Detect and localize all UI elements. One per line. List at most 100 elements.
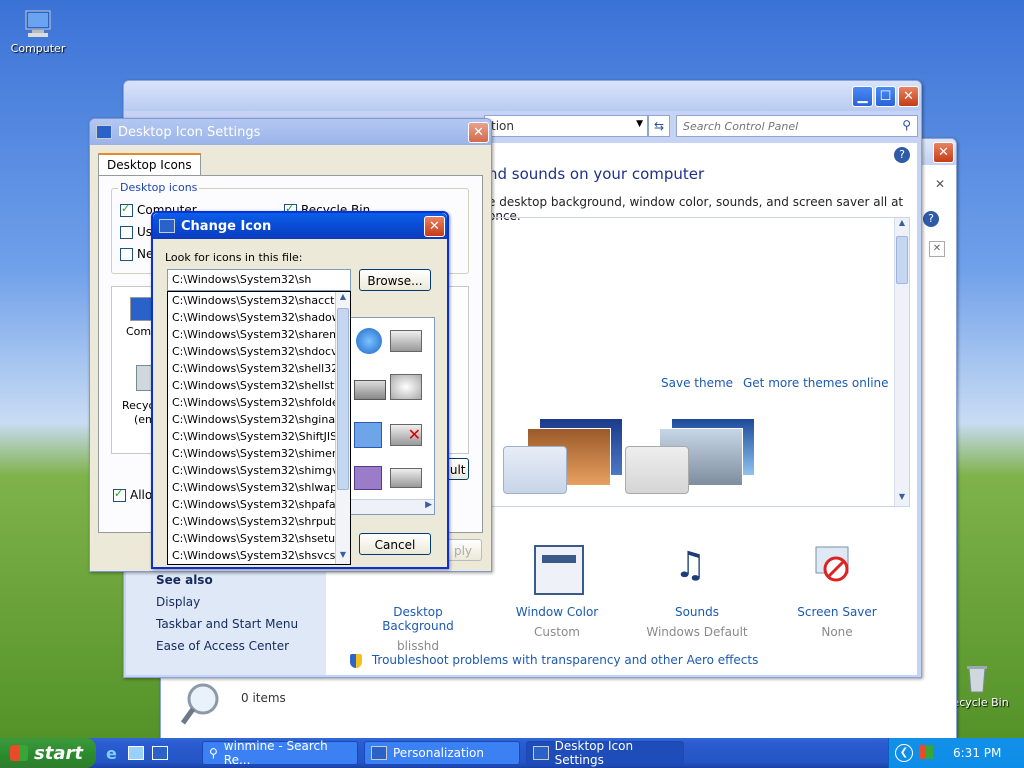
file-list-item[interactable]: C:\Windows\System32\shadow.exe [168,309,350,326]
save-theme-link[interactable]: Save theme [661,376,733,390]
back-window-help-icon[interactable]: ? [923,211,939,227]
theme-thumb-1[interactable] [503,414,623,494]
troubleshoot-link[interactable]: Troubleshoot problems with transparency … [372,653,759,667]
start-button[interactable]: start [0,738,96,768]
network-checkbox[interactable]: Ne [120,247,153,261]
users-check-icon[interactable] [120,226,133,239]
window-color-item[interactable]: Window Color Custom [502,605,612,639]
file-list-item[interactable]: C:\Windows\System32\shell32.dll [168,360,350,377]
maximize-button[interactable]: ☐ [875,85,896,107]
theme-thumb-2[interactable] [625,414,755,494]
drive-icon-2[interactable] [390,468,422,488]
tray-flag-icon[interactable] [919,745,933,759]
desktop-background-link[interactable]: Desktop Background [358,605,478,633]
personalization-close-button[interactable]: ✕ [898,85,919,107]
list-scroll-up-icon[interactable]: ▲ [336,292,350,306]
search-icon[interactable]: ⚲ [902,118,911,132]
look-for-label: Look for icons in this file: [165,251,303,264]
apply-button[interactable]: ply [444,539,482,561]
sounds-item[interactable]: Sounds Windows Default [642,605,752,639]
recycle-bin-icon [961,662,993,694]
file-list-item[interactable]: C:\Windows\System32\shgina.dll [168,411,350,428]
minimize-button[interactable]: ▁ [852,85,873,107]
icon-grid[interactable]: ✕ ▶ [349,317,435,515]
scroll-down-icon[interactable]: ▼ [895,492,909,506]
file-list-item[interactable]: C:\Windows\System32\shrpubw.exe [168,513,350,530]
more-themes-link[interactable]: Get more themes online [743,376,889,390]
chevron-down-icon[interactable]: ▼ [636,119,643,129]
allow-check-icon[interactable] [113,487,126,502]
list-scroll-down-icon[interactable]: ▼ [336,550,350,564]
ie-icon[interactable]: e [106,744,117,763]
window-color-link[interactable]: Window Color [502,605,612,619]
computer-check-icon[interactable] [120,202,133,217]
browse-button[interactable]: Browse... [359,269,431,291]
desktop-computer-label: Computer [10,42,66,55]
screen-saver-item[interactable]: Screen Saver None [782,605,892,639]
see-also-display[interactable]: Display [156,595,326,609]
network-icon[interactable] [354,422,382,448]
search-box[interactable]: ⚲ [676,115,918,137]
file-list-item[interactable]: C:\Windows\System32\sharemedia [168,326,350,343]
task-personalization[interactable]: Personalization [364,741,520,765]
floppy-icon[interactable] [354,466,382,490]
dis-close-button[interactable]: ✕ [468,121,489,143]
drive-error-icon[interactable]: ✕ [390,424,422,446]
help-icon[interactable]: ? [894,147,910,163]
see-also-taskbar[interactable]: Taskbar and Start Menu [156,617,326,631]
see-also-ease[interactable]: Ease of Access Center [156,639,326,653]
screen-saver-link[interactable]: Screen Saver [782,605,892,619]
address-bar[interactable]: tion ▼ [484,115,648,137]
scroll-right-icon[interactable]: ▶ [425,500,432,510]
file-dropdown-list[interactable]: C:\Windows\System32\shacct.dll C:\Windows… [167,291,351,565]
desktop-computer-icon[interactable]: Computer [3,8,73,55]
back-window-x-box[interactable]: ✕ [929,241,945,257]
printer-icon[interactable] [354,380,386,400]
file-list-item[interactable]: C:\Windows\System32\shfolder.dll [168,394,350,411]
file-list-item[interactable]: C:\Windows\System32\shpafact.dll [168,496,350,513]
show-desktop-icon[interactable] [128,746,144,760]
task-winmine-label: winmine - Search Re... [223,739,328,767]
file-list-item[interactable]: C:\Windows\System32\shacct.dll [168,292,350,309]
theme-scrollbar[interactable]: ▲ ▼ [894,218,909,506]
tray-arrow-icon[interactable]: ❮ [895,744,913,762]
back-window-close-icon[interactable]: ✕ [935,177,945,191]
grid-scrollbar[interactable]: ▶ [350,499,434,514]
file-list-item[interactable]: C:\Windows\System32\shsvcs.dll [168,547,350,564]
refresh-icon[interactable]: ⇆ [648,115,670,137]
page-heading: nd sounds on your computer [488,165,705,183]
change-icon-close-button[interactable]: ✕ [424,215,445,237]
window-switch-icon[interactable] [152,746,168,760]
drive-icon[interactable] [390,330,422,352]
task-desktop-icon-settings[interactable]: Desktop Icon Settings [526,739,684,767]
globe-icon[interactable] [356,328,382,354]
change-icon-titlebar: Change Icon ✕ [153,213,447,239]
file-list-item[interactable]: C:\Windows\System32\shlwapi.dll [168,479,350,496]
scroll-thumb[interactable] [896,236,908,284]
list-scroll-thumb[interactable] [337,308,349,490]
file-list-item[interactable]: C:\Windows\System32\shdocvw.dll [168,343,350,360]
network-check-icon[interactable] [120,248,133,261]
file-list-scrollbar[interactable]: ▲ ▼ [335,292,350,564]
personalization-task-icon [371,746,387,760]
cancel-button[interactable]: Cancel [359,533,431,555]
change-icon-title-icon [159,219,175,233]
task-winmine[interactable]: ⚲ winmine - Search Re... [202,739,358,767]
dis-tab[interactable]: Desktop Icons [98,153,201,175]
desktop-background-item[interactable]: Desktop Background blisshd [358,605,478,653]
file-list: C:\Windows\System32\shacct.dll C:\Windows… [168,292,350,564]
search-input[interactable] [681,116,895,136]
cd-drive-icon[interactable] [390,374,422,400]
file-path-input[interactable]: C:\Windows\System32\sh [167,269,351,291]
file-list-item[interactable]: C:\Windows\System32\shimeng.dll [168,445,350,462]
troubleshoot-row[interactable]: Troubleshoot problems with transparency … [350,653,758,668]
file-list-item[interactable]: C:\Windows\System32\shimgvw.dll [168,462,350,479]
clock[interactable]: 6:31 PM [953,746,1001,760]
file-list-item[interactable]: C:\Windows\System32\ShiftJIS.uce [168,428,350,445]
back-window-close-button[interactable]: ✕ [933,141,954,163]
sounds-link[interactable]: Sounds [642,605,752,619]
scroll-up-icon[interactable]: ▲ [895,218,909,232]
file-list-item[interactable]: C:\Windows\System32\shsetup.dll [168,530,350,547]
file-list-item[interactable]: C:\Windows\System32\shellstyle.dll [168,377,350,394]
personalization-titlebar: ▁ ☐ ✕ [124,81,921,111]
